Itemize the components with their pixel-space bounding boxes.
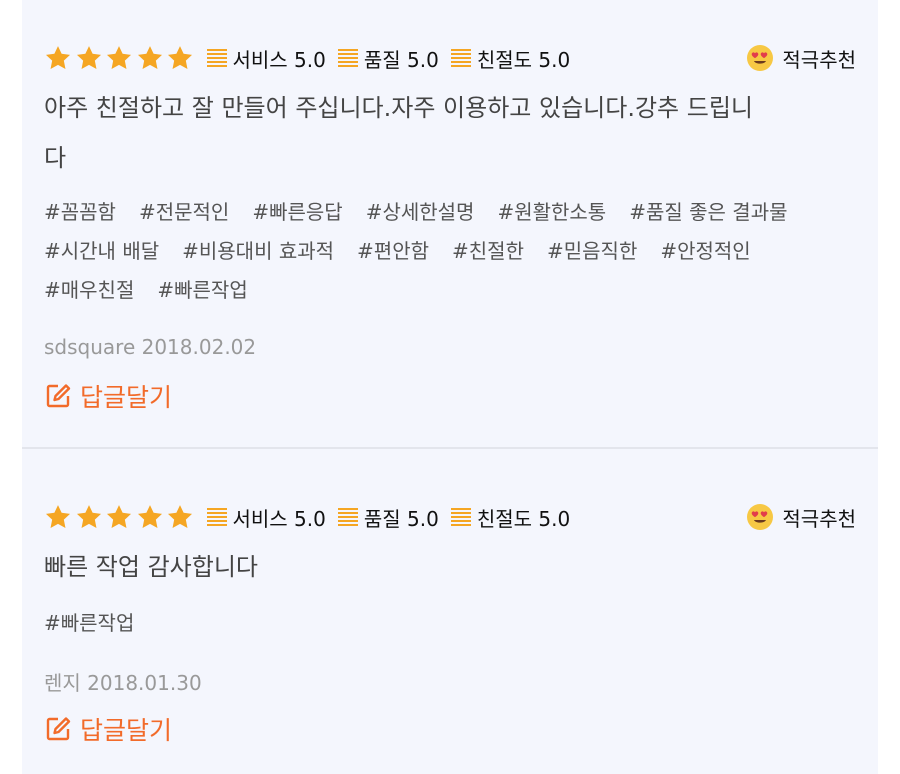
tag: #빠른작업 (157, 278, 248, 302)
review-body-line: 빠른 작업 감사합니다 (44, 553, 258, 581)
heart-eyes-emoji-icon (747, 504, 774, 530)
review-list: 서비스 5.0 품질 5.0 친절도 5.0 적극추천 아주 친절하고 잘 만들… (22, 0, 878, 774)
star-icon (76, 505, 101, 528)
star-icon (167, 46, 193, 69)
score-quality-label: 품질 5.0 (363, 506, 439, 531)
score-kindness: 친절도 5.0 (450, 503, 571, 532)
tag: #품질 좋은 결과물 (629, 200, 788, 224)
tag: #빠른작업 (44, 611, 135, 635)
tag: #원활한소통 (497, 200, 607, 224)
score-kindness-label: 친절도 5.0 (476, 506, 571, 531)
tag: #시간내 배달 (44, 239, 160, 263)
author-date: sdsquare 2018.02.02 (44, 335, 257, 359)
tag: #믿음직한 (546, 239, 638, 263)
star-icon (137, 46, 162, 69)
review-card: 서비스 5.0 품질 5.0 친절도 5.0 적극추천 빠른 작업 감사합니다 … (22, 449, 878, 774)
star-icon (45, 505, 71, 528)
score-service: 서비스 5.0 (206, 44, 326, 73)
star-rating (44, 44, 197, 72)
star-icon (106, 46, 132, 69)
star-icon (137, 505, 162, 528)
star-icon (45, 46, 71, 69)
score-kindness: 친절도 5.0 (450, 44, 571, 73)
reply-button[interactable]: 답글달기 (44, 711, 172, 747)
score-quality: 품질 5.0 (337, 503, 439, 532)
rating-row: 서비스 5.0 품질 5.0 친절도 5.0 적극추천 (44, 501, 856, 533)
tag: #매우친절 (44, 278, 135, 302)
score-quality: 품질 5.0 (337, 44, 439, 73)
score-kindness-label: 친절도 5.0 (476, 47, 571, 72)
score-bars-icon (206, 49, 227, 67)
star-icon (167, 505, 193, 528)
edit-icon (46, 384, 71, 408)
recommend-badge: 적극추천 (746, 44, 856, 73)
score-bars-icon (450, 49, 471, 67)
rating-row: 서비스 5.0 품질 5.0 친절도 5.0 적극추천 (44, 42, 856, 74)
tag-list: #꼼꼼함 #전문적인 #빠른응답 #상세한설명 #원활한소통 #품질 좋은 결과… (44, 193, 856, 310)
heart-eyes-emoji-icon (747, 45, 774, 71)
score-bars-icon (337, 49, 358, 67)
review-body-line: 다 (44, 144, 67, 172)
score-bars-icon (337, 508, 358, 526)
score-bars-icon (206, 508, 227, 526)
score-quality-label: 품질 5.0 (363, 47, 439, 72)
reply-label: 답글달기 (80, 383, 173, 412)
reply-button[interactable]: 답글달기 (44, 378, 172, 414)
score-service: 서비스 5.0 (206, 503, 326, 532)
recommend-badge: 적극추천 (746, 503, 856, 532)
author-date: 렌지 2018.01.30 (44, 671, 202, 695)
tag: #친절한 (452, 239, 524, 263)
review-body: 빠른 작업 감사합니다 (44, 542, 844, 592)
star-rating (44, 503, 197, 531)
tag-list: #빠른작업 (44, 604, 856, 643)
star-icon (76, 46, 101, 69)
tag: #빠른응답 (252, 200, 343, 224)
star-icon (106, 505, 132, 528)
tag: #꼼꼼함 (44, 200, 116, 224)
tag: #상세한설명 (365, 200, 475, 224)
tag: #비용대비 효과적 (182, 239, 335, 263)
tag: #편안함 (357, 239, 430, 263)
reply-label: 답글달기 (80, 716, 173, 745)
score-bars-icon (450, 508, 471, 526)
recommend-label: 적극추천 (782, 506, 856, 531)
review-body-line: 아주 친절하고 잘 만들어 주십니다.자주 이용하고 있습니다.강추 드립니 (44, 94, 753, 122)
tag: #전문적인 (138, 200, 230, 224)
tag: #안정적인 (660, 239, 751, 263)
score-service-label: 서비스 5.0 (232, 47, 326, 72)
review-card: 서비스 5.0 품질 5.0 친절도 5.0 적극추천 아주 친절하고 잘 만들… (22, 0, 878, 447)
recommend-label: 적극추천 (782, 47, 856, 72)
edit-icon (46, 717, 71, 741)
review-body: 아주 친절하고 잘 만들어 주십니다.자주 이용하고 있습니다.강추 드립니 다 (44, 83, 844, 183)
score-service-label: 서비스 5.0 (232, 506, 326, 531)
